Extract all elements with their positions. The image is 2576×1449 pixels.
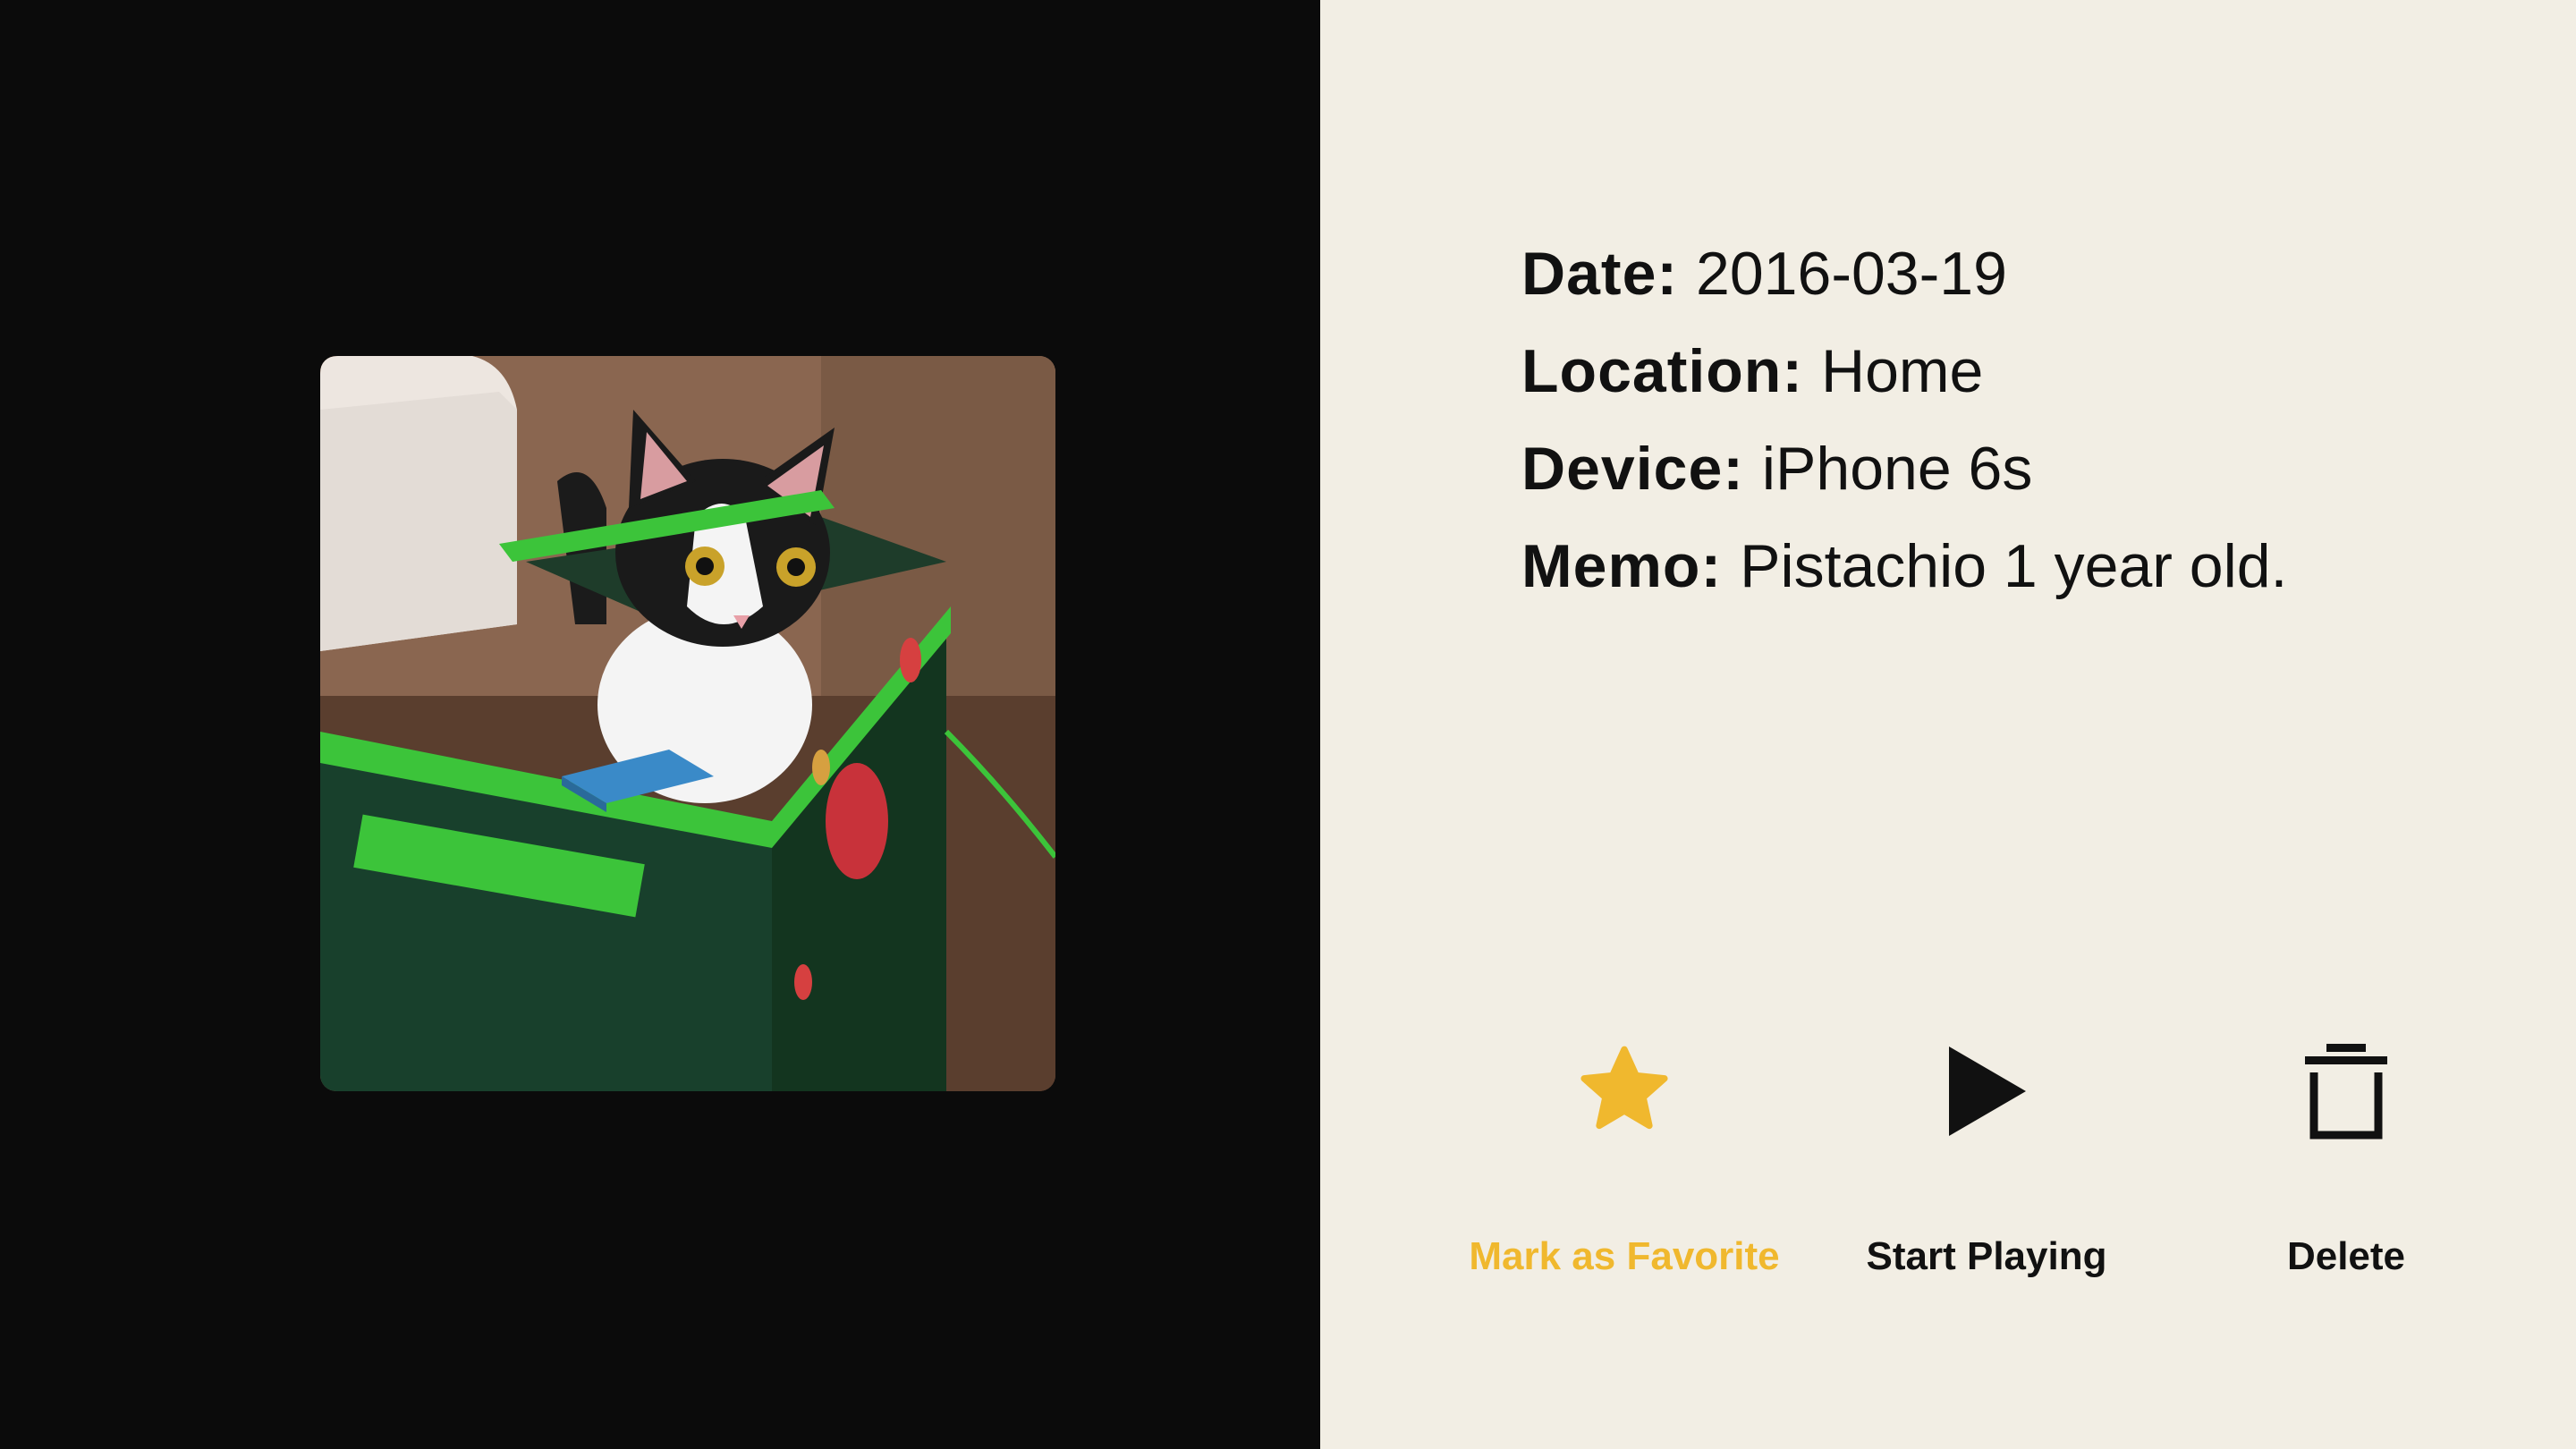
photo-pane [0, 0, 1320, 1449]
location-label: Location: [1521, 337, 1803, 405]
date-row: Date: 2016-03-19 [1521, 225, 2287, 323]
date-value: 2016-03-19 [1696, 240, 2007, 308]
trash-icon [2185, 1038, 2507, 1145]
star-icon [1463, 1038, 1785, 1145]
start-playing-button[interactable]: Start Playing [1826, 1038, 2148, 1279]
location-row: Location: Home [1521, 323, 2287, 420]
memo-row: Memo: Pistachio 1 year old. [1521, 518, 2287, 615]
device-value: iPhone 6s [1761, 435, 2033, 503]
play-icon [1826, 1038, 2148, 1145]
memo-value: Pistachio 1 year old. [1740, 532, 2288, 600]
device-row: Device: iPhone 6s [1521, 420, 2287, 518]
delete-label: Delete [2286, 1234, 2406, 1278]
memo-label: Memo: [1521, 532, 1723, 600]
device-label: Device: [1521, 435, 1744, 503]
photo-detail-screen: Date: 2016-03-19 Location: Home Device: iPh… [0, 0, 2576, 1449]
date-label: Date: [1521, 240, 1679, 308]
start-playing-label: Start Playing [1866, 1234, 2107, 1278]
location-value: Home [1820, 337, 1984, 405]
mark-as-favorite-label: Mark as Favorite [1469, 1234, 1780, 1278]
mark-as-favorite-button[interactable]: Mark as Favorite [1463, 1038, 1785, 1279]
photo-metadata: Date: 2016-03-19 Location: Home Device: iPh… [1521, 225, 2287, 615]
delete-button[interactable]: Delete [2185, 1038, 2507, 1279]
cat-photo[interactable] [320, 356, 1055, 1091]
cat-photo-image [320, 356, 1055, 1091]
